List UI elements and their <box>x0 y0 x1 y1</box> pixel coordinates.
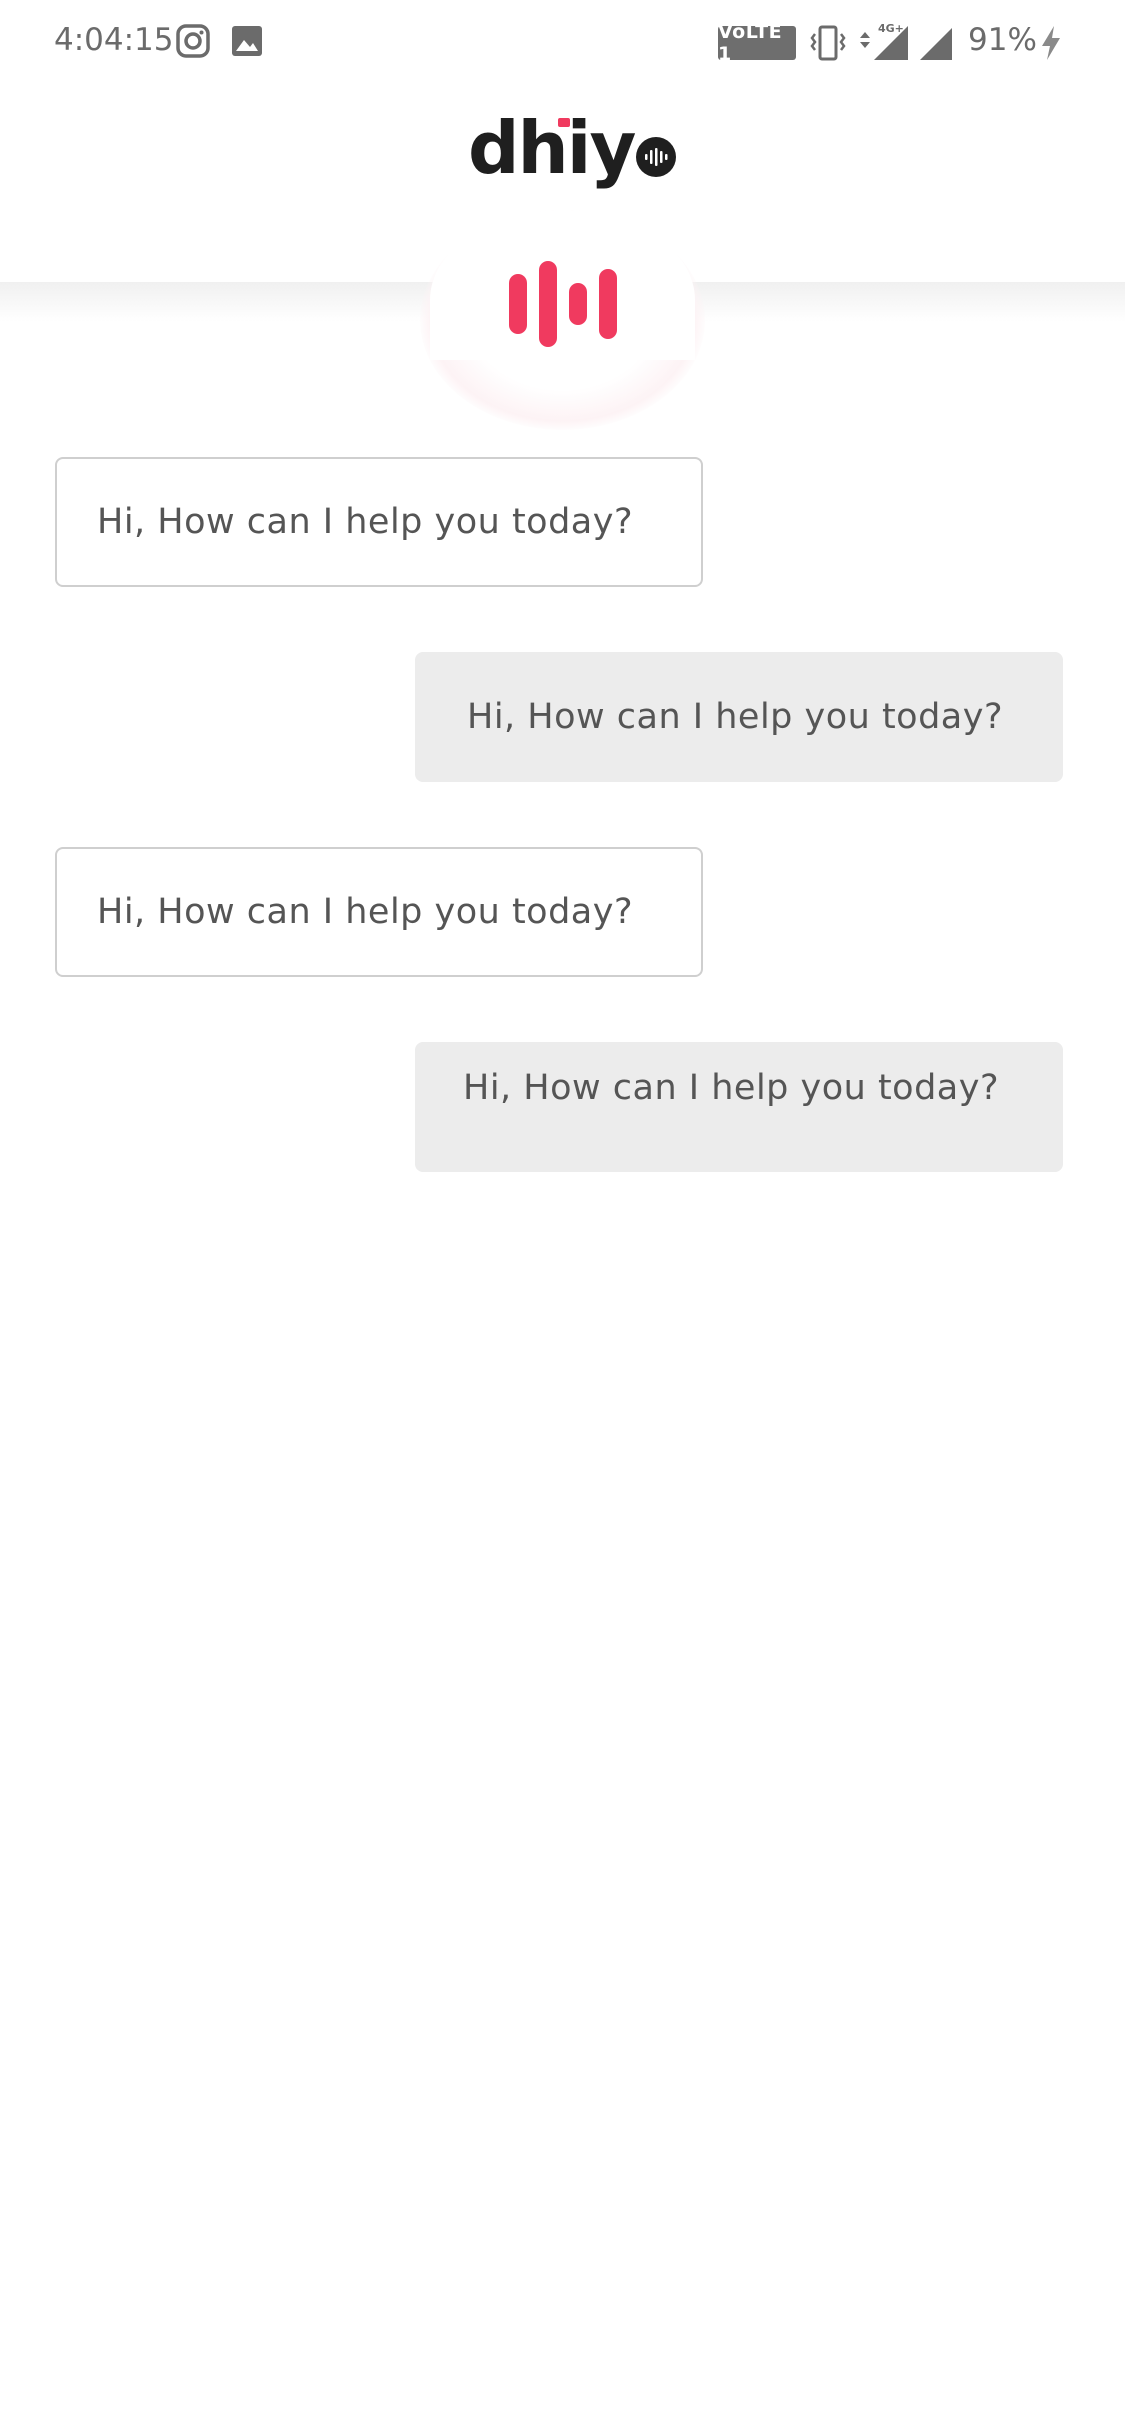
user-message: Hi, How can I help you today? <box>415 1042 1063 1172</box>
signal-icon <box>918 26 954 66</box>
instagram-icon <box>176 24 210 62</box>
vibrate-icon <box>810 24 846 66</box>
logo-waveform-icon <box>636 137 677 177</box>
message-text: Hi, How can I help you today? <box>467 697 1004 737</box>
status-bar: 4:04:15 VoLTE 1 4G+ 91% <box>0 0 1125 84</box>
bot-message: Hi, How can I help you today? <box>55 457 703 587</box>
voice-input-button[interactable] <box>505 258 620 350</box>
bot-message: Hi, How can I help you today? <box>55 847 703 977</box>
waveform-bar <box>508 274 527 334</box>
user-message: Hi, How can I help you today? <box>415 652 1063 782</box>
message-text: Hi, How can I help you today? <box>97 502 634 542</box>
charging-icon <box>1038 24 1064 66</box>
status-time: 4:04:15 <box>54 22 174 58</box>
waveform-bar <box>568 283 587 325</box>
network-type-label: 4G+ <box>878 22 904 35</box>
waveform-bar <box>598 269 617 339</box>
waveform-bar <box>538 261 557 347</box>
gallery-icon <box>232 26 262 60</box>
message-text: Hi, How can I help you today? <box>97 892 634 932</box>
dhiyo-logo: dhiy <box>468 106 677 190</box>
logo-accent-icon <box>558 118 570 127</box>
battery-percent: 91% <box>968 22 1037 58</box>
logo-text: dhiy <box>468 106 636 190</box>
message-text: Hi, How can I help you today? <box>463 1068 1000 1108</box>
volte-badge: VoLTE 1 <box>718 21 796 65</box>
signal-icon: 4G+ <box>856 20 912 66</box>
